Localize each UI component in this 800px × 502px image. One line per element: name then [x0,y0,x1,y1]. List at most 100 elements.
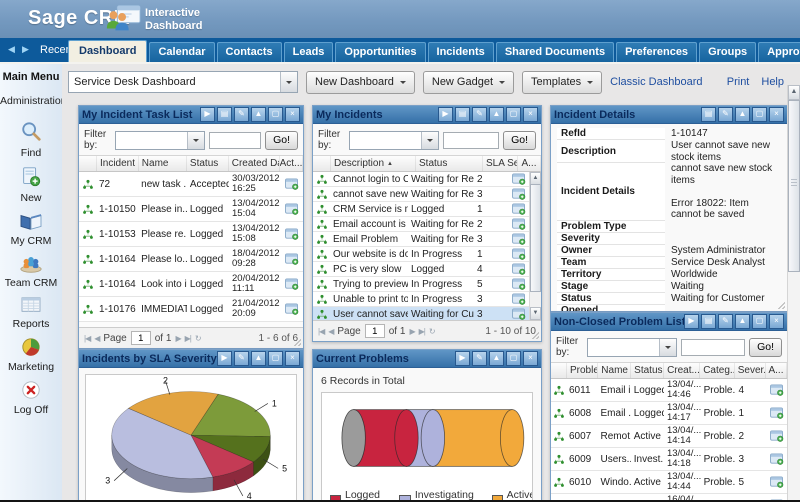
last-page-icon[interactable]: ▶| [185,334,191,343]
tab-opportunities[interactable]: Opportunities [335,42,425,62]
table-row[interactable]: 1-10153Please re...Logged13/04/2012 15:0… [79,222,303,247]
summary-button[interactable]: ▤ [701,314,716,329]
refresh-page-icon[interactable]: ↻ [429,327,435,336]
scroll-up-icon[interactable]: ▲ [788,85,800,100]
sidebar-item-find[interactable]: Find [0,117,62,162]
table-row[interactable]: Unable to print to net...In Progress3 [313,292,530,307]
filter-select[interactable] [115,131,205,150]
play-button[interactable]: ▶ [438,107,453,122]
table-row[interactable]: Cannot login to CRMWaiting for Res...2 [313,172,530,187]
tab-preferences[interactable]: Preferences [616,42,697,62]
play-button[interactable]: ▶ [217,351,232,366]
edit-button[interactable]: ✎ [472,107,487,122]
collapse-button[interactable]: ▲ [251,107,266,122]
next-page-icon[interactable]: ▶ [409,327,414,336]
new-communication-icon[interactable] [767,453,787,465]
edit-button[interactable]: ✎ [234,107,249,122]
table-row[interactable]: 6009Users...Invest...13/04/... 14:18Prob… [551,448,787,471]
new-communication-icon[interactable] [767,476,787,488]
tab-leads[interactable]: Leads [284,42,334,62]
filter-select[interactable] [587,338,677,357]
new-communication-icon[interactable] [508,293,530,305]
maximize-button[interactable]: ▢ [752,107,767,122]
table-row[interactable]: PC is very slowLogged4 [313,262,530,277]
new-communication-icon[interactable] [281,253,303,265]
refresh-page-icon[interactable]: ↻ [195,334,201,343]
new-communication-icon[interactable] [281,203,303,215]
sidebar-item-new[interactable]: New [0,162,62,207]
collapse-button[interactable]: ▲ [251,351,266,366]
tab-incidents[interactable]: Incidents [428,42,494,62]
new-communication-icon[interactable] [508,218,530,230]
filter-input[interactable] [443,132,499,149]
help-link[interactable]: Help [761,76,784,88]
filter-select[interactable] [349,131,439,150]
filter-input[interactable] [681,339,745,356]
table-row[interactable]: CRM Service is not a...Logged1 [313,202,530,217]
collapse-button[interactable]: ▲ [489,351,504,366]
tab-groups[interactable]: Groups [699,42,756,62]
table-row[interactable]: 1-10150Please in...Logged13/04/2012 15:0… [79,197,303,222]
summary-button[interactable]: ▤ [701,107,716,122]
edit-button[interactable]: ✎ [718,107,733,122]
edit-button[interactable]: ✎ [718,314,733,329]
new-dashboard-button[interactable]: New Dashboard [306,71,415,94]
collapse-button[interactable]: ▲ [735,107,750,122]
play-button[interactable]: ▶ [455,351,470,366]
new-communication-icon[interactable] [767,430,787,442]
maximize-button[interactable]: ▢ [268,351,283,366]
maximize-button[interactable]: ▢ [506,351,521,366]
new-communication-icon[interactable] [281,278,303,290]
new-communication-icon[interactable] [767,384,787,396]
sidebar-item-reports[interactable]: Reports [0,292,62,333]
table-row[interactable]: 6010Windo...Active13/04/... 14:44Proble.… [551,471,787,494]
prev-page-icon[interactable]: ◀ [328,327,333,336]
collapse-button[interactable]: ▲ [735,314,750,329]
play-button[interactable]: ▶ [684,314,699,329]
first-page-icon[interactable]: |◀ [318,327,324,336]
new-communication-icon[interactable] [508,278,530,290]
new-communication-icon[interactable] [508,248,530,260]
new-communication-icon[interactable] [508,203,530,215]
maximize-button[interactable]: ▢ [752,314,767,329]
new-communication-icon[interactable] [281,228,303,240]
close-button[interactable]: × [523,351,538,366]
table-row[interactable]: 6011Email i...Logged13/04/... 14:46Probl… [551,379,787,402]
new-communication-icon[interactable] [508,188,530,200]
new-communication-icon[interactable] [508,233,530,245]
nav-forward-icon[interactable]: ▶ [22,44,29,55]
prev-page-icon[interactable]: ◀ [94,334,99,343]
filter-input[interactable] [209,132,261,149]
table-scrollbar[interactable]: ▲ ▼ [529,172,541,320]
maximize-button[interactable]: ▢ [268,107,283,122]
table-row[interactable]: Our website is downIn Progress1 [313,247,530,262]
close-button[interactable]: × [285,107,300,122]
summary-button[interactable]: ▤ [455,107,470,122]
close-button[interactable]: × [285,351,300,366]
last-page-icon[interactable]: ▶| [419,327,425,336]
new-communication-icon[interactable] [281,303,303,315]
tab-contacts[interactable]: Contacts [217,42,282,62]
tab-shared-documents[interactable]: Shared Documents [496,42,614,62]
print-link[interactable]: Print [727,76,750,88]
scroll-down-icon[interactable]: ▼ [530,307,541,320]
new-communication-icon[interactable] [281,178,303,190]
summary-button[interactable]: ▤ [217,107,232,122]
sidebar-item-marketing[interactable]: Marketing [0,333,62,376]
go-button[interactable]: Go! [503,131,536,150]
new-communication-icon[interactable] [508,308,530,320]
table-row[interactable]: User cannot save ne...Waiting for Cust..… [313,307,530,320]
table-row[interactable]: 6007Remot...Active13/04/... 14:14Proble.… [551,425,787,448]
scrollbar-thumb[interactable] [530,184,541,292]
sidebar-item-my-crm[interactable]: My CRM [0,207,62,250]
new-communication-icon[interactable] [767,407,787,419]
edit-button[interactable]: ✎ [472,351,487,366]
first-page-icon[interactable]: |◀ [84,334,90,343]
table-row[interactable]: Email account is lock...Waiting for Res.… [313,217,530,232]
sidebar-item-administration[interactable]: Administration [0,95,62,107]
table-row[interactable]: Email ProblemWaiting for Res...3 [313,232,530,247]
dashboard-select[interactable]: Service Desk Dashboard [68,71,298,93]
sidebar-item-log-off[interactable]: Log Off [0,376,62,419]
new-communication-icon[interactable] [508,173,530,185]
table-row[interactable]: 1-10164Look into itLogged20/04/2012 11:1… [79,272,303,297]
